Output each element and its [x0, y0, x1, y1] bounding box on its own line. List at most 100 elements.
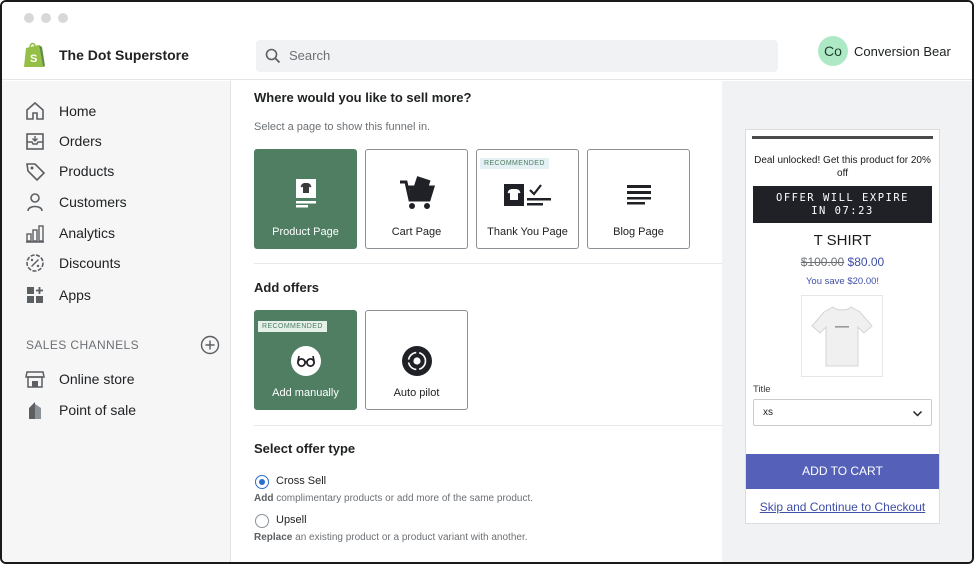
price-row: $100.00 $80.00 — [746, 255, 939, 269]
sidebar-item-label: Home — [59, 103, 97, 119]
sidebar-item-label: Point of sale — [59, 402, 137, 418]
sidebar-item-point-of-sale[interactable]: Point of sale — [22, 399, 222, 423]
recommended-badge: RECOMMENDED — [480, 158, 549, 169]
home-icon — [26, 101, 44, 120]
sidebar-item-orders[interactable]: Orders — [22, 130, 222, 154]
cross-sell-desc-text: complimentary products or add more of th… — [273, 493, 534, 504]
window-close-dot[interactable] — [24, 13, 34, 23]
offer-card-label: Add manually — [272, 387, 339, 399]
sidebar-item-label: Online store — [59, 371, 135, 387]
option-label: Title — [753, 384, 771, 395]
section-divider — [254, 263, 722, 264]
product-image — [801, 295, 883, 377]
cart-icon — [399, 176, 435, 209]
sidebar-item-label: Analytics — [59, 225, 116, 241]
tag-icon — [26, 163, 46, 182]
page-card-cart[interactable]: Cart Page — [365, 149, 468, 249]
sidebar-item-discounts[interactable]: Discounts — [22, 252, 222, 276]
new-price: $80.00 — [847, 255, 885, 269]
chevron-down-icon — [912, 410, 923, 417]
sidebar-item-online-store[interactable]: Online store — [22, 368, 222, 392]
add-to-cart-button[interactable]: ADD TO CART — [746, 454, 939, 489]
search-placeholder: Search — [289, 48, 331, 63]
shopify-logo-icon: S — [24, 42, 45, 67]
sidebar-item-label: Apps — [59, 287, 91, 303]
add-channel-icon[interactable] — [200, 335, 220, 355]
offer-type-heading: Select offer type — [254, 441, 356, 456]
main-content: Where would you like to sell more? Selec… — [232, 81, 722, 562]
sidebar-item-home[interactable]: Home — [22, 100, 222, 124]
cross-sell-radio[interactable] — [255, 475, 269, 489]
svg-text:S: S — [30, 53, 37, 65]
recommended-badge: RECOMMENDED — [258, 321, 327, 332]
timer-line-2: IN 07:23 — [811, 205, 874, 217]
sidebar-item-products[interactable]: Products — [22, 160, 222, 184]
section-divider — [254, 425, 722, 426]
window-maximize-dot[interactable] — [58, 13, 68, 23]
page-card-label: Cart Page — [391, 226, 442, 238]
search-icon — [265, 48, 281, 64]
sidebar: Home Orders Products Customers Analytics… — [2, 81, 231, 562]
add-offers-heading: Add offers — [254, 280, 319, 295]
user-name[interactable]: Conversion Bear — [854, 44, 951, 59]
timer-line-1: OFFER WILL EXPIRE — [776, 192, 909, 204]
window-minimize-dot[interactable] — [41, 13, 51, 23]
sell-more-heading: Where would you like to sell more? — [254, 90, 472, 105]
avatar[interactable]: Co — [818, 36, 848, 66]
sidebar-item-label: Discounts — [59, 255, 121, 271]
pos-icon — [29, 402, 41, 419]
countdown-timer: OFFER WILL EXPIRE IN 07:23 — [753, 186, 932, 223]
page-card-label: Product Page — [272, 226, 339, 238]
app-window: S The Dot Superstore Search Co Conversio… — [0, 0, 974, 564]
offer-card-label: Auto pilot — [393, 387, 440, 399]
sidebar-item-label: Products — [59, 163, 115, 179]
offer-card-manual[interactable]: RECOMMENDED Add manually — [254, 310, 357, 410]
offer-card-autopilot[interactable]: Auto pilot — [365, 310, 468, 410]
page-card-thank-you[interactable]: RECOMMENDED Thank You Page — [476, 149, 579, 249]
sales-channels-heading: SALES CHANNELS — [26, 338, 139, 352]
sidebar-item-label: Orders — [59, 133, 102, 149]
discount-icon — [26, 254, 44, 272]
product-page-icon — [295, 179, 316, 208]
thank-you-page-icon — [503, 184, 551, 206]
search-input[interactable]: Search — [256, 40, 778, 72]
upsell-desc-text: an existing product or a product variant… — [292, 532, 528, 543]
person-icon — [27, 193, 43, 212]
deal-message: Deal unlocked! Get this product for 20% … — [754, 155, 931, 179]
upsell-description: Replace an existing product or a product… — [254, 532, 528, 543]
sidebar-item-label: Customers — [59, 194, 127, 210]
page-card-label: Thank You Page — [487, 226, 568, 238]
top-bar: S The Dot Superstore Search Co Conversio… — [2, 32, 972, 80]
page-card-blog[interactable]: Blog Page — [587, 149, 690, 249]
upsell-label[interactable]: Upsell — [276, 514, 307, 526]
sidebar-item-apps[interactable]: Apps — [22, 284, 222, 308]
cross-sell-desc-bold: Add — [254, 493, 274, 504]
bar-chart-icon — [26, 225, 44, 243]
autopilot-icon — [401, 346, 432, 376]
savings-text: You save $20.00! — [805, 276, 880, 287]
widget-top-rule — [752, 136, 933, 139]
variant-select[interactable]: xs — [753, 399, 932, 426]
blog-page-icon — [626, 185, 651, 205]
store-icon — [25, 371, 45, 388]
upsell-radio[interactable] — [255, 514, 269, 528]
tshirt-icon — [811, 306, 873, 367]
product-title: T SHIRT — [813, 232, 872, 249]
window-titlebar — [2, 2, 972, 32]
old-price: $100.00 — [800, 255, 845, 269]
upsell-desc-bold: Replace — [254, 532, 293, 543]
offer-preview-widget: Deal unlocked! Get this product for 20% … — [745, 129, 940, 524]
sell-more-subtext: Select a page to show this funnel in. — [254, 121, 431, 133]
cross-sell-label[interactable]: Cross Sell — [276, 475, 326, 487]
apps-icon — [27, 287, 43, 303]
store-name[interactable]: The Dot Superstore — [59, 47, 189, 63]
sidebar-item-customers[interactable]: Customers — [22, 191, 222, 215]
sidebar-item-analytics[interactable]: Analytics — [22, 222, 222, 246]
orders-icon — [26, 133, 44, 150]
cross-sell-description: Add complimentary products or add more o… — [254, 493, 533, 504]
page-card-label: Blog Page — [613, 226, 664, 238]
page-card-product[interactable]: Product Page — [254, 149, 357, 249]
glasses-icon — [290, 346, 321, 376]
variant-value: xs — [763, 407, 773, 418]
skip-to-checkout-link[interactable]: Skip and Continue to Checkout — [746, 500, 939, 514]
